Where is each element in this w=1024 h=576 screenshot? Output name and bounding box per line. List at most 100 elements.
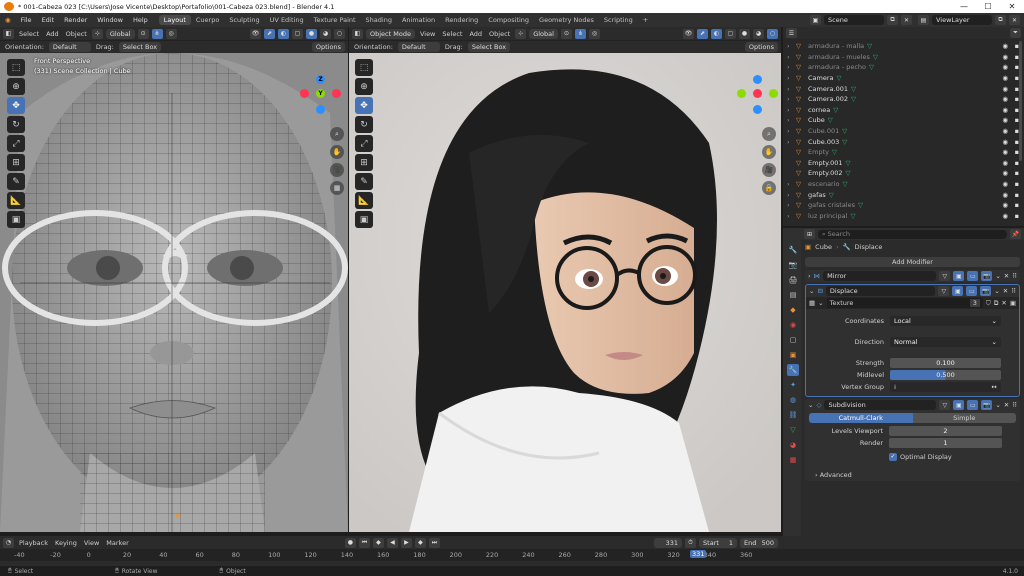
gizmo-x-positive-icon[interactable] [332,89,341,98]
timeline-view-menu[interactable]: View [82,539,101,547]
tool-tab-icon[interactable]: 🔧 [787,244,799,256]
mirror-close-icon[interactable]: ✕ [1004,272,1009,280]
render-levels-field[interactable]: 1 [889,437,1002,448]
expand-arrow-icon[interactable]: › [787,74,796,82]
left-add-menu[interactable]: Add [44,30,61,38]
shading-material-icon[interactable]: ◕ [753,28,764,39]
texture-dropdown-icon[interactable]: ⌄ [818,299,823,307]
fake-user-shield-icon[interactable]: ⛉ [986,299,991,308]
right-select-menu[interactable]: Select [440,30,464,38]
visibility-eye-icon[interactable]: ◉ [1002,85,1008,93]
world-tab-icon[interactable]: ◉ [787,319,799,331]
play-icon[interactable]: ▶ [400,537,412,548]
gizmo-icon[interactable]: ⬈ [264,28,275,39]
cage-toggle-icon[interactable]: ▣ [953,271,965,281]
visibility-eye-icon[interactable]: ◉ [1002,212,1008,220]
editor-type-icon[interactable]: ◧ [3,28,14,39]
midlevel-slider[interactable]: 0.500 [890,369,1001,380]
visibility-eye-icon[interactable]: ◉ [1002,127,1008,135]
scale-tool-icon[interactable]: ⤢ [355,135,373,152]
render-camera-icon[interactable]: ▪ [1015,169,1019,177]
expand-arrow-icon[interactable]: › [787,191,796,199]
render-toggle-icon[interactable]: 📷 [981,271,993,281]
xray-icon[interactable]: ▢ [292,28,303,39]
visibility-eye-icon[interactable]: ◉ [1002,169,1008,177]
playhead-indicator[interactable]: 331 [690,550,707,558]
measure-tool-icon[interactable]: 📐 [355,192,373,209]
simple-tab[interactable]: Simple [912,413,1016,423]
outliner-row[interactable]: › ▽ Camera.001 ▽ ◉ ▪ [783,83,1024,94]
xray-icon[interactable]: ▢ [725,28,736,39]
outliner-scrollbar[interactable] [1019,41,1022,161]
displace-close-icon[interactable]: ✕ [1003,287,1008,295]
tab-layout[interactable]: Layout [158,15,191,25]
grid-view-icon[interactable]: ▦ [330,181,344,195]
view-layer-selector[interactable]: ViewLayer [932,15,992,25]
shading-material-icon[interactable]: ◕ [320,28,331,39]
strength-field[interactable]: 0.100 [890,357,1001,368]
tab-texture-paint[interactable]: Texture Paint [309,15,361,25]
tab-compositing[interactable]: Compositing [483,15,534,25]
select-box-tool-icon[interactable]: ⬚ [355,59,373,76]
outliner-row[interactable]: ▽ Empty ▽ ◉ ▪ [783,147,1024,158]
select-box-tool-icon[interactable]: ⬚ [7,59,25,76]
transform-tool-icon[interactable]: ⊞ [7,154,25,171]
move-tool-icon[interactable]: ✥ [7,97,25,114]
overlay-icon[interactable]: ◐ [278,28,289,39]
jump-end-icon[interactable]: ⏭ [428,537,440,548]
left-object-menu[interactable]: Object [64,30,89,38]
tab-uv-editing[interactable]: UV Editing [265,15,309,25]
options-dropdown[interactable]: Options [311,42,345,52]
coordinates-dropdown[interactable]: Local ⌄ [890,315,1001,326]
pin-icon[interactable]: 📌 [1010,229,1021,239]
view-layer-tab-icon[interactable]: ▤ [787,289,799,301]
data-tab-icon[interactable]: ▽ [787,424,799,436]
visibility-icon[interactable]: 👁 [683,28,694,39]
start-frame-field[interactable]: Start 1 [699,537,738,548]
render-camera-icon[interactable]: ▪ [1015,212,1019,220]
expand-arrow-icon[interactable]: › [787,63,796,71]
pivot-icon[interactable]: ⊙ [560,28,572,39]
outliner-row[interactable]: › ▽ Camera.002 ▽ ◉ ▪ [783,94,1024,105]
mirror-menu-icon[interactable]: ⌄ [995,272,1000,280]
editmode-toggle-icon[interactable]: ▽ [939,400,951,410]
new-view-layer-icon[interactable]: ⧉ [995,15,1006,25]
physics-tab-icon[interactable]: ◍ [787,394,799,406]
mirror-drag-icon[interactable]: ⠿ [1012,272,1017,280]
render-toggle-icon[interactable]: 📷 [980,286,992,296]
maximize-icon[interactable]: ☐ [976,2,1000,11]
left-viewport[interactable]: ◧ Select Add Object ⊹ Global ⊙ ⋔ ◎ 👁 ⬈ ◐… [0,27,348,532]
expand-arrow-icon[interactable]: › [787,201,796,209]
object-mode-dropdown[interactable]: Object Mode [366,28,415,39]
levels-viewport-field[interactable]: 2 [889,425,1002,436]
add-cube-tool-icon[interactable]: ▣ [355,211,373,228]
visibility-eye-icon[interactable]: ◉ [1002,148,1008,156]
zoom-icon[interactable]: ⌕ [762,127,776,141]
render-toggle-icon[interactable]: 📷 [981,400,993,410]
outliner-row[interactable]: › ▽ gafas ▽ ◉ ▪ [783,189,1024,200]
proportional-icon[interactable]: ◎ [588,28,600,39]
gizmo-x-icon[interactable] [753,89,762,98]
outliner-row[interactable]: › ▽ escenario ▽ ◉ ▪ [783,179,1024,190]
gizmo-neg-z-icon[interactable] [316,105,325,114]
pan-hand-icon[interactable]: ✋ [330,145,344,159]
advanced-subpanel[interactable]: › Advanced [805,469,1020,481]
add-modifier-button[interactable]: Add Modifier [805,257,1020,267]
optimal-display-checkbox[interactable]: ✓ [889,452,897,461]
delete-scene-icon[interactable]: ✕ [901,15,912,25]
viewport-toggle-icon[interactable]: ▭ [967,271,979,281]
texture-props-icon[interactable]: ▣ [1010,299,1016,307]
tab-rendering[interactable]: Rendering [440,15,483,25]
tab-scripting[interactable]: Scripting [599,15,638,25]
outliner-row[interactable]: › ▽ armadura - pecho ▽ ◉ ▪ [783,62,1024,73]
render-tab-icon[interactable]: 📷 [787,259,799,271]
transform-tool-icon[interactable]: ⊞ [355,154,373,171]
orientation-dropdown[interactable]: Default [48,42,91,52]
editor-type-icon[interactable]: ◧ [352,28,363,39]
outliner-row[interactable]: › ▽ Cube.003 ▽ ◉ ▪ [783,136,1024,147]
outliner-row[interactable]: › ▽ armadura - mueles ▽ ◉ ▪ [783,52,1024,63]
annotate-tool-icon[interactable]: ✎ [355,173,373,190]
next-keyframe-icon[interactable]: ◆ [414,537,426,548]
cursor-tool-icon[interactable]: ⊕ [355,78,373,95]
viewport-toggle-icon[interactable]: ▭ [967,400,979,410]
